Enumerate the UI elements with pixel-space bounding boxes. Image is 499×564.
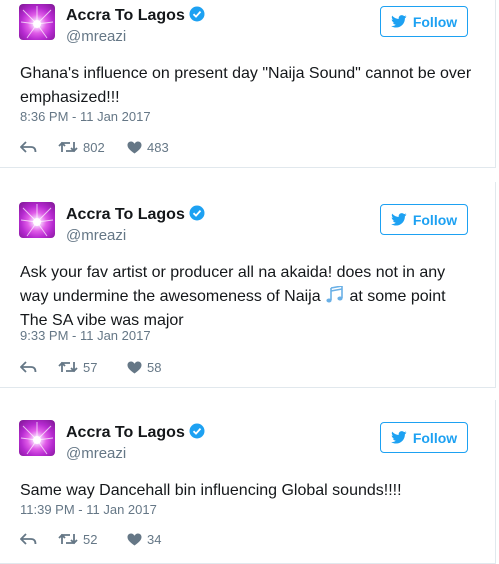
tweet-card: Accra To Lagos @mreazi Follow Ghana's in…: [0, 0, 496, 168]
author-name-text: Accra To Lagos: [66, 206, 185, 223]
tweet-text: Same way Dancehall bin influencing Globa…: [20, 482, 402, 499]
tweet-timestamp[interactable]: 9:33 PM - 11 Jan 2017: [20, 328, 151, 343]
avatar[interactable]: [19, 202, 55, 238]
heart-icon: [127, 361, 142, 373]
retweet-icon: [58, 361, 78, 373]
tweet-card: Accra To Lagos @mreazi Follow Ask your f…: [0, 182, 496, 388]
follow-button[interactable]: Follow: [380, 422, 468, 453]
tweet-text: Ask your fav artist or producer all na a…: [20, 261, 475, 333]
like-button[interactable]: 483: [127, 140, 187, 155]
tweet-actions: 57 58: [20, 358, 187, 376]
follow-button[interactable]: Follow: [380, 6, 468, 37]
tweet-actions: 802 483: [20, 138, 187, 156]
heart-icon: [127, 533, 142, 545]
avatar[interactable]: [19, 4, 55, 40]
retweet-button[interactable]: 802: [58, 140, 127, 155]
retweet-count: 802: [83, 139, 105, 155]
tweet-timestamp[interactable]: 8:36 PM - 11 Jan 2017: [20, 109, 151, 124]
retweet-button[interactable]: 57: [58, 360, 127, 375]
reply-icon: [20, 360, 37, 373]
author-handle[interactable]: @mreazi: [66, 28, 126, 45]
retweet-icon: [58, 533, 78, 545]
twitter-bird-icon: [391, 431, 407, 444]
twitter-bird-icon: [391, 213, 407, 226]
like-button[interactable]: 58: [127, 360, 187, 375]
verified-badge-icon: [189, 6, 205, 22]
verified-badge-icon: [189, 205, 205, 221]
author-name[interactable]: Accra To Lagos: [66, 423, 205, 442]
follow-button[interactable]: Follow: [380, 204, 468, 235]
retweet-count: 52: [83, 531, 98, 547]
author-name[interactable]: Accra To Lagos: [66, 205, 205, 224]
author-handle[interactable]: @mreazi: [66, 227, 126, 244]
like-count: 58: [147, 359, 162, 375]
author-name-text: Accra To Lagos: [66, 7, 185, 24]
follow-label: Follow: [412, 429, 458, 446]
like-count: 34: [147, 531, 162, 547]
reply-button[interactable]: [20, 532, 58, 546]
tweet-card: Accra To Lagos @mreazi Follow Same way D…: [0, 400, 496, 564]
avatar-burst-icon: [20, 204, 54, 237]
tweet-timestamp[interactable]: 11:39 PM - 11 Jan 2017: [20, 502, 157, 517]
tweet-text: Ghana's influence on present day "Naija …: [20, 65, 472, 106]
twitter-bird-icon: [391, 15, 407, 28]
retweet-icon: [58, 141, 78, 153]
reply-icon: [20, 140, 37, 153]
heart-icon: [127, 141, 142, 153]
reply-button[interactable]: [20, 140, 58, 154]
like-count: 483: [147, 139, 169, 155]
tweet-actions: 52 34: [20, 530, 187, 548]
follow-label: Follow: [412, 13, 458, 30]
reply-icon: [20, 532, 37, 545]
retweet-count: 57: [83, 359, 98, 375]
verified-badge-icon: [189, 423, 205, 439]
author-name-text: Accra To Lagos: [66, 424, 185, 441]
avatar-burst-icon: [20, 422, 54, 455]
reply-button[interactable]: [20, 360, 58, 374]
author-handle[interactable]: @mreazi: [66, 445, 126, 462]
musical-notes-icon: [326, 286, 343, 303]
like-button[interactable]: 34: [127, 532, 187, 547]
avatar[interactable]: [19, 420, 55, 456]
author-name[interactable]: Accra To Lagos: [66, 6, 205, 25]
follow-label: Follow: [412, 211, 458, 228]
retweet-button[interactable]: 52: [58, 532, 127, 547]
avatar-burst-icon: [20, 6, 54, 39]
